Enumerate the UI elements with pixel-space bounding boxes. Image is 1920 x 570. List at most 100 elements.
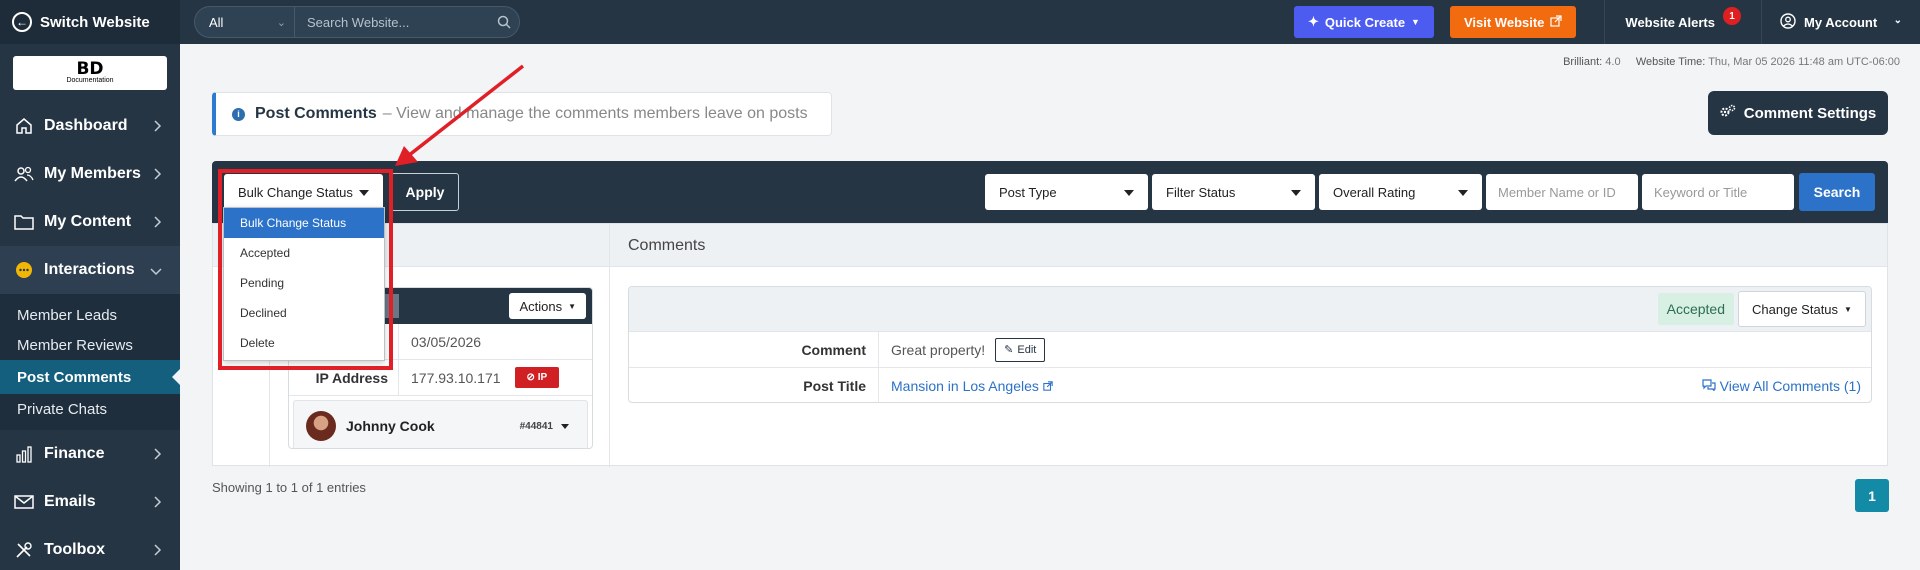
gears-icon bbox=[1720, 104, 1736, 122]
page-subtitle: – View and manage the comments members l… bbox=[382, 105, 808, 122]
search-button[interactable]: Search bbox=[1799, 173, 1875, 211]
apply-button[interactable]: Apply bbox=[391, 173, 459, 211]
sidebar-item-label: My Members bbox=[44, 165, 141, 182]
table-row: IP Address 177.93.10.171 ⊘ IP bbox=[289, 360, 592, 396]
arrow-left-icon: ← bbox=[12, 12, 32, 32]
interactions-submenu: Member Leads Member Reviews Post Comment… bbox=[0, 294, 180, 430]
bulk-option-accepted[interactable]: Accepted bbox=[224, 238, 384, 268]
comment-date: 03/05/2026 bbox=[411, 333, 482, 350]
member-name-input[interactable]: Member Name or ID bbox=[1486, 174, 1638, 210]
table-row: Comment Great property! ✎ Edit bbox=[629, 332, 1871, 368]
comment-text: Great property! bbox=[891, 341, 986, 358]
quick-create-button[interactable]: ✦ Quick Create ▼ bbox=[1293, 6, 1434, 38]
search-scope-select[interactable]: All ⌄ bbox=[195, 7, 295, 37]
sidebar-subitem-post-comments[interactable]: Post Comments bbox=[0, 360, 180, 394]
status-badge: Accepted bbox=[1657, 293, 1734, 325]
sidebar-subitem-member-leads[interactable]: Member Leads bbox=[0, 300, 180, 330]
bulk-option-declined[interactable]: Declined bbox=[224, 298, 384, 328]
visit-website-label: Visit Website bbox=[1463, 14, 1545, 30]
filter-status-select[interactable]: Filter Status bbox=[1152, 174, 1315, 210]
post-type-value: Post Type bbox=[999, 184, 1057, 200]
member-name: Johnny Cook bbox=[346, 418, 435, 434]
sidebar-item-interactions[interactable]: Interactions bbox=[0, 246, 180, 294]
chat-icon bbox=[14, 260, 34, 280]
sidebar-subitem-private-chats[interactable]: Private Chats bbox=[0, 394, 180, 424]
search-input[interactable]: Search Website... bbox=[295, 15, 489, 30]
sidebar-item-label: Interactions bbox=[44, 261, 135, 278]
block-ip-label: IP bbox=[537, 372, 548, 383]
search-scope-value: All bbox=[209, 14, 224, 30]
site-meta: Brilliant: 4.0 Website Time: Thu, Mar 05… bbox=[1563, 56, 1900, 68]
overall-rating-value: Overall Rating bbox=[1333, 184, 1416, 200]
quick-create-label: Quick Create bbox=[1324, 14, 1406, 30]
caret-down-icon bbox=[1458, 190, 1468, 196]
user-circle-icon bbox=[1780, 12, 1796, 32]
column-divider bbox=[609, 224, 610, 467]
website-alerts-button[interactable]: Website Alerts 1 bbox=[1604, 0, 1762, 44]
avatar bbox=[306, 411, 336, 441]
caret-down-icon: ▼ bbox=[1844, 304, 1852, 314]
sidebar-item-dashboard[interactable]: Dashboard bbox=[0, 102, 180, 150]
edit-comment-button[interactable]: ✎ Edit bbox=[995, 337, 1046, 362]
table-header bbox=[213, 224, 1887, 267]
chevron-right-icon bbox=[154, 119, 162, 137]
comment-label: Comment bbox=[629, 332, 879, 367]
chevron-down-icon: ▼ bbox=[1411, 17, 1420, 27]
post-type-select[interactable]: Post Type bbox=[985, 174, 1148, 210]
sidebar-item-emails[interactable]: Emails bbox=[0, 478, 180, 526]
post-title-label: Post Title bbox=[629, 368, 879, 402]
info-icon: i bbox=[232, 107, 245, 121]
website-alerts-label: Website Alerts bbox=[1625, 14, 1715, 30]
sidebar-item-my-members[interactable]: My Members bbox=[0, 150, 180, 198]
chevron-down-icon: ⌄ bbox=[1893, 15, 1902, 26]
version-label: Brilliant: bbox=[1563, 56, 1603, 68]
actions-button[interactable]: Actions ▼ bbox=[509, 293, 586, 319]
comment-card-header: Accepted Change Status ▼ bbox=[629, 287, 1871, 332]
sidebar-item-my-content[interactable]: My Content bbox=[0, 198, 180, 246]
keyword-title-input[interactable]: Keyword or Title bbox=[1642, 174, 1794, 210]
change-status-button[interactable]: Change Status ▼ bbox=[1738, 291, 1866, 327]
visit-website-button[interactable]: Visit Website bbox=[1449, 6, 1577, 38]
tools-icon bbox=[14, 540, 34, 560]
bulk-change-status-value: Bulk Change Status bbox=[238, 184, 353, 200]
comments-icon bbox=[1702, 378, 1716, 394]
member-user-row[interactable]: Johnny Cook #44841 bbox=[293, 400, 588, 448]
website-search: All ⌄ Search Website... bbox=[194, 6, 520, 38]
chevron-down-icon: ⌄ bbox=[276, 17, 286, 29]
sidebar-item-finance[interactable]: Finance bbox=[0, 430, 180, 478]
site-logo[interactable]: BD Documentation bbox=[13, 56, 167, 90]
caret-down-icon bbox=[1291, 190, 1301, 196]
sidebar-subitem-member-reviews[interactable]: Member Reviews bbox=[0, 330, 180, 360]
sidebar-item-toolbox[interactable]: Toolbox bbox=[0, 526, 180, 570]
bulk-option-delete[interactable]: Delete bbox=[224, 328, 384, 358]
home-icon bbox=[14, 116, 34, 136]
page-header: i Post Comments – View and manage the co… bbox=[212, 92, 832, 136]
folder-icon bbox=[14, 212, 34, 232]
block-ip-button[interactable]: ⊘ IP bbox=[514, 367, 560, 388]
sidebar-item-label: My Content bbox=[44, 213, 132, 230]
my-account-button[interactable]: My Account ⌄ bbox=[1762, 0, 1920, 44]
edit-label: Edit bbox=[1017, 343, 1037, 356]
bulk-option-bulk-change-status[interactable]: Bulk Change Status bbox=[224, 208, 384, 238]
post-title-text: Mansion in Los Angeles bbox=[891, 378, 1039, 394]
comment-settings-button[interactable]: Comment Settings bbox=[1708, 91, 1888, 135]
pagination-page-1[interactable]: 1 bbox=[1855, 479, 1889, 512]
search-icon[interactable] bbox=[489, 15, 519, 29]
alerts-count-badge: 1 bbox=[1723, 7, 1741, 25]
website-time-value: Thu, Mar 05 2026 11:48 am UTC-06:00 bbox=[1708, 56, 1900, 68]
view-all-comments-link[interactable]: View All Comments (1) bbox=[1702, 378, 1861, 394]
post-title-link[interactable]: Mansion in Los Angeles bbox=[891, 378, 1053, 394]
switch-website-button[interactable]: ← Switch Website bbox=[0, 0, 180, 44]
my-account-label: My Account bbox=[1804, 14, 1878, 30]
caret-down-icon bbox=[1124, 190, 1134, 196]
external-link-icon bbox=[1550, 14, 1563, 30]
comments-column-header: Comments bbox=[628, 237, 706, 254]
overall-rating-select[interactable]: Overall Rating bbox=[1319, 174, 1482, 210]
filter-status-value: Filter Status bbox=[1166, 184, 1236, 200]
bulk-option-pending[interactable]: Pending bbox=[224, 268, 384, 298]
users-icon bbox=[14, 164, 34, 184]
member-id: #44841 bbox=[519, 421, 553, 432]
chevron-right-icon bbox=[154, 447, 162, 465]
chevron-right-icon bbox=[154, 495, 162, 513]
bulk-change-status-select[interactable]: Bulk Change Status bbox=[224, 174, 383, 210]
